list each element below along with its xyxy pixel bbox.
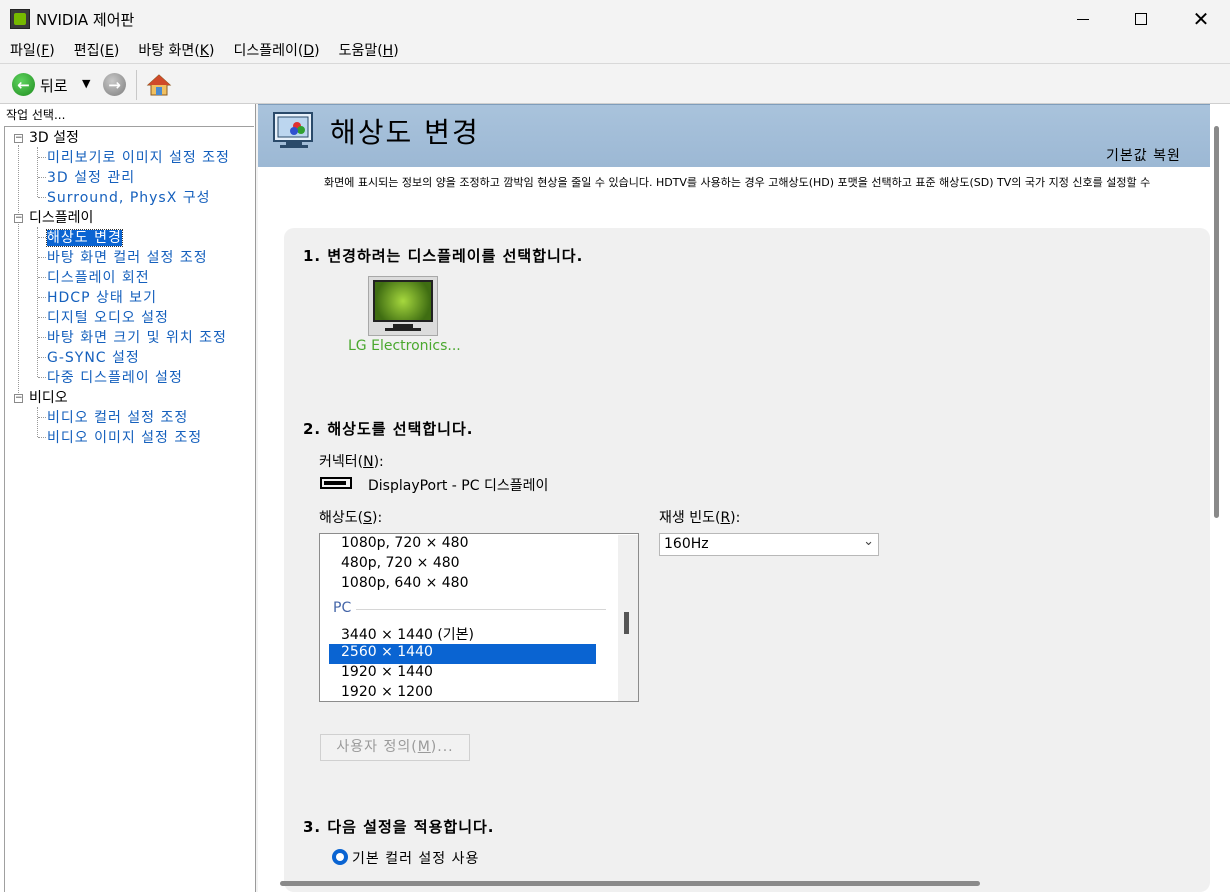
horizontal-scrollbar[interactable] [280, 881, 980, 886]
resolution-list[interactable]: 1080p, 720 × 480 480p, 720 × 480 1080p, … [319, 533, 639, 702]
tree-item-gsync[interactable]: G-SYNC 설정 [47, 347, 140, 367]
list-item[interactable]: 3440 × 1440 (기본) [341, 624, 474, 644]
collapse-icon[interactable]: − [14, 394, 23, 403]
tree-item-video-image[interactable]: 비디오 이미지 설정 조정 [47, 427, 202, 447]
monitor-base [385, 328, 421, 331]
step2-heading: 2. 해상도를 선택합니다. [303, 420, 474, 438]
step3-heading: 3. 다음 설정을 적용합니다. [303, 818, 495, 836]
maximize-button[interactable] [1112, 0, 1170, 38]
tree-line [38, 277, 46, 278]
tree-line [38, 197, 46, 198]
tree-line [38, 337, 46, 338]
tree-category-3d[interactable]: 3D 설정 [29, 127, 79, 147]
page-banner: 해상도 변경 기본값 복원 [258, 104, 1210, 167]
display-tile[interactable] [368, 276, 438, 336]
list-item[interactable]: 1920 × 1440 [341, 664, 433, 684]
collapse-icon[interactable]: − [14, 214, 23, 223]
toolbar-separator [136, 70, 137, 100]
back-button-label[interactable]: 뒤로 [40, 75, 68, 96]
tree-category-video[interactable]: 비디오 [29, 387, 68, 407]
close-icon: ✕ [1192, 7, 1210, 31]
connector-label: 커넥터(N): [319, 454, 384, 470]
list-item[interactable]: 480p, 720 × 480 [341, 555, 460, 575]
resolution-monitor-icon [273, 112, 313, 148]
monitor-icon [373, 280, 433, 322]
tree-line [38, 297, 46, 298]
list-item[interactable]: 1920 × 1200 [341, 684, 433, 701]
forward-arrow-icon[interactable]: → [103, 73, 126, 96]
menu-bar: 파일(F) 편집(E) 바탕 화면(K) 디스플레이(D) 도움말(H) [0, 38, 1230, 64]
back-dropdown-icon[interactable]: ▼ [82, 77, 90, 90]
display-name[interactable]: LG Electronics... [348, 338, 461, 354]
refresh-rate-value: 160Hz [664, 536, 709, 552]
tree-line [37, 147, 38, 197]
tree-item-preview-image[interactable]: 미리보기로 이미지 설정 조정 [47, 147, 230, 167]
tree-item-change-resolution[interactable]: 해상도 변경 [46, 227, 123, 247]
nvidia-app-icon [10, 9, 30, 29]
tree-item-digital-audio[interactable]: 디지털 오디오 설정 [47, 307, 169, 327]
tree-line [38, 357, 46, 358]
home-icon[interactable] [146, 72, 172, 98]
custom-resolution-button[interactable]: 사용자 정의(M)... [320, 734, 470, 761]
connector-value: DisplayPort - PC 디스플레이 [368, 478, 549, 494]
tree-line [38, 317, 46, 318]
step1-heading: 1. 변경하려는 디스플레이를 선택합니다. [303, 247, 584, 265]
list-item[interactable]: 1080p, 640 × 480 [341, 575, 469, 595]
close-button[interactable]: ✕ [1172, 0, 1230, 38]
menu-edit[interactable]: 편집(E) [64, 38, 129, 63]
task-panel: 작업 선택... − 3D 설정 미리보기로 이미지 설정 조정 3D 설정 관… [0, 104, 256, 892]
tree-line [38, 237, 46, 238]
back-arrow-icon[interactable]: ← [12, 73, 35, 96]
vertical-scrollbar[interactable] [1214, 126, 1219, 518]
collapse-icon[interactable]: − [14, 134, 23, 143]
tree-item-rotate-display[interactable]: 디스플레이 회전 [47, 267, 150, 287]
tree-line [38, 437, 46, 438]
radio-default-color[interactable] [332, 849, 348, 865]
content-panel: 해상도 변경 기본값 복원 화면에 표시되는 정보의 양을 조정하고 깜박임 현… [258, 104, 1230, 892]
tree-item-multi-display[interactable]: 다중 디스플레이 설정 [47, 367, 183, 387]
resolution-label: 해상도(S): [319, 510, 383, 526]
tree-line [38, 417, 46, 418]
maximize-icon [1135, 13, 1147, 25]
menu-display[interactable]: 디스플레이(D) [223, 38, 328, 63]
list-group-header: PC [333, 600, 352, 616]
tree-line [37, 407, 38, 437]
menu-help[interactable]: 도움말(H) [329, 38, 408, 63]
tree-line [38, 157, 46, 158]
chevron-down-icon: ⌄ [863, 534, 874, 549]
menu-file[interactable]: 파일(F) [0, 38, 64, 63]
tree-item-manage-3d[interactable]: 3D 설정 관리 [47, 167, 135, 187]
tree-line [37, 227, 38, 377]
toolbar: ← 뒤로 ▼ → [0, 64, 1230, 104]
tree-item-desktop-color[interactable]: 바탕 화면 컬러 설정 조정 [47, 247, 208, 267]
title-bar: NVIDIA 제어판 ✕ [0, 0, 1230, 38]
radio-default-color-label[interactable]: 기본 컬러 설정 사용 [352, 848, 479, 868]
tree-item-video-color[interactable]: 비디오 컬러 설정 조정 [47, 407, 188, 427]
page-description: 화면에 표시되는 정보의 양을 조정하고 깜박임 현상을 줄일 수 있습니다. … [324, 176, 1151, 189]
refresh-rate-label: 재생 빈도(R): [659, 510, 741, 526]
tree-category-display[interactable]: 디스플레이 [29, 207, 93, 227]
window-title: NVIDIA 제어판 [36, 11, 135, 29]
tree-line [38, 177, 46, 178]
task-panel-header: 작업 선택... [6, 108, 66, 122]
group-divider [356, 609, 606, 610]
restore-defaults-link[interactable]: 기본값 복원 [1106, 145, 1181, 165]
menu-desktop[interactable]: 바탕 화면(K) [128, 38, 223, 63]
task-tree: − 3D 설정 미리보기로 이미지 설정 조정 3D 설정 관리 Surroun… [4, 126, 254, 892]
displayport-icon [320, 477, 352, 489]
minimize-icon [1077, 18, 1089, 20]
minimize-button[interactable] [1054, 0, 1112, 38]
tree-item-surround-physx[interactable]: Surround, PhysX 구성 [47, 187, 211, 207]
list-item-selected[interactable]: 2560 × 1440 [341, 644, 433, 664]
tree-line [38, 257, 46, 258]
list-scroll-thumb[interactable] [624, 612, 629, 634]
tree-item-hdcp-status[interactable]: HDCP 상태 보기 [47, 287, 157, 307]
tree-line [38, 377, 46, 378]
tree-line [18, 145, 19, 403]
tree-item-desktop-size[interactable]: 바탕 화면 크기 및 위치 조정 [47, 327, 227, 347]
page-title: 해상도 변경 [330, 116, 480, 149]
list-item[interactable]: 1080p, 720 × 480 [341, 535, 469, 555]
refresh-rate-select[interactable]: 160Hz ⌄ [659, 533, 879, 556]
